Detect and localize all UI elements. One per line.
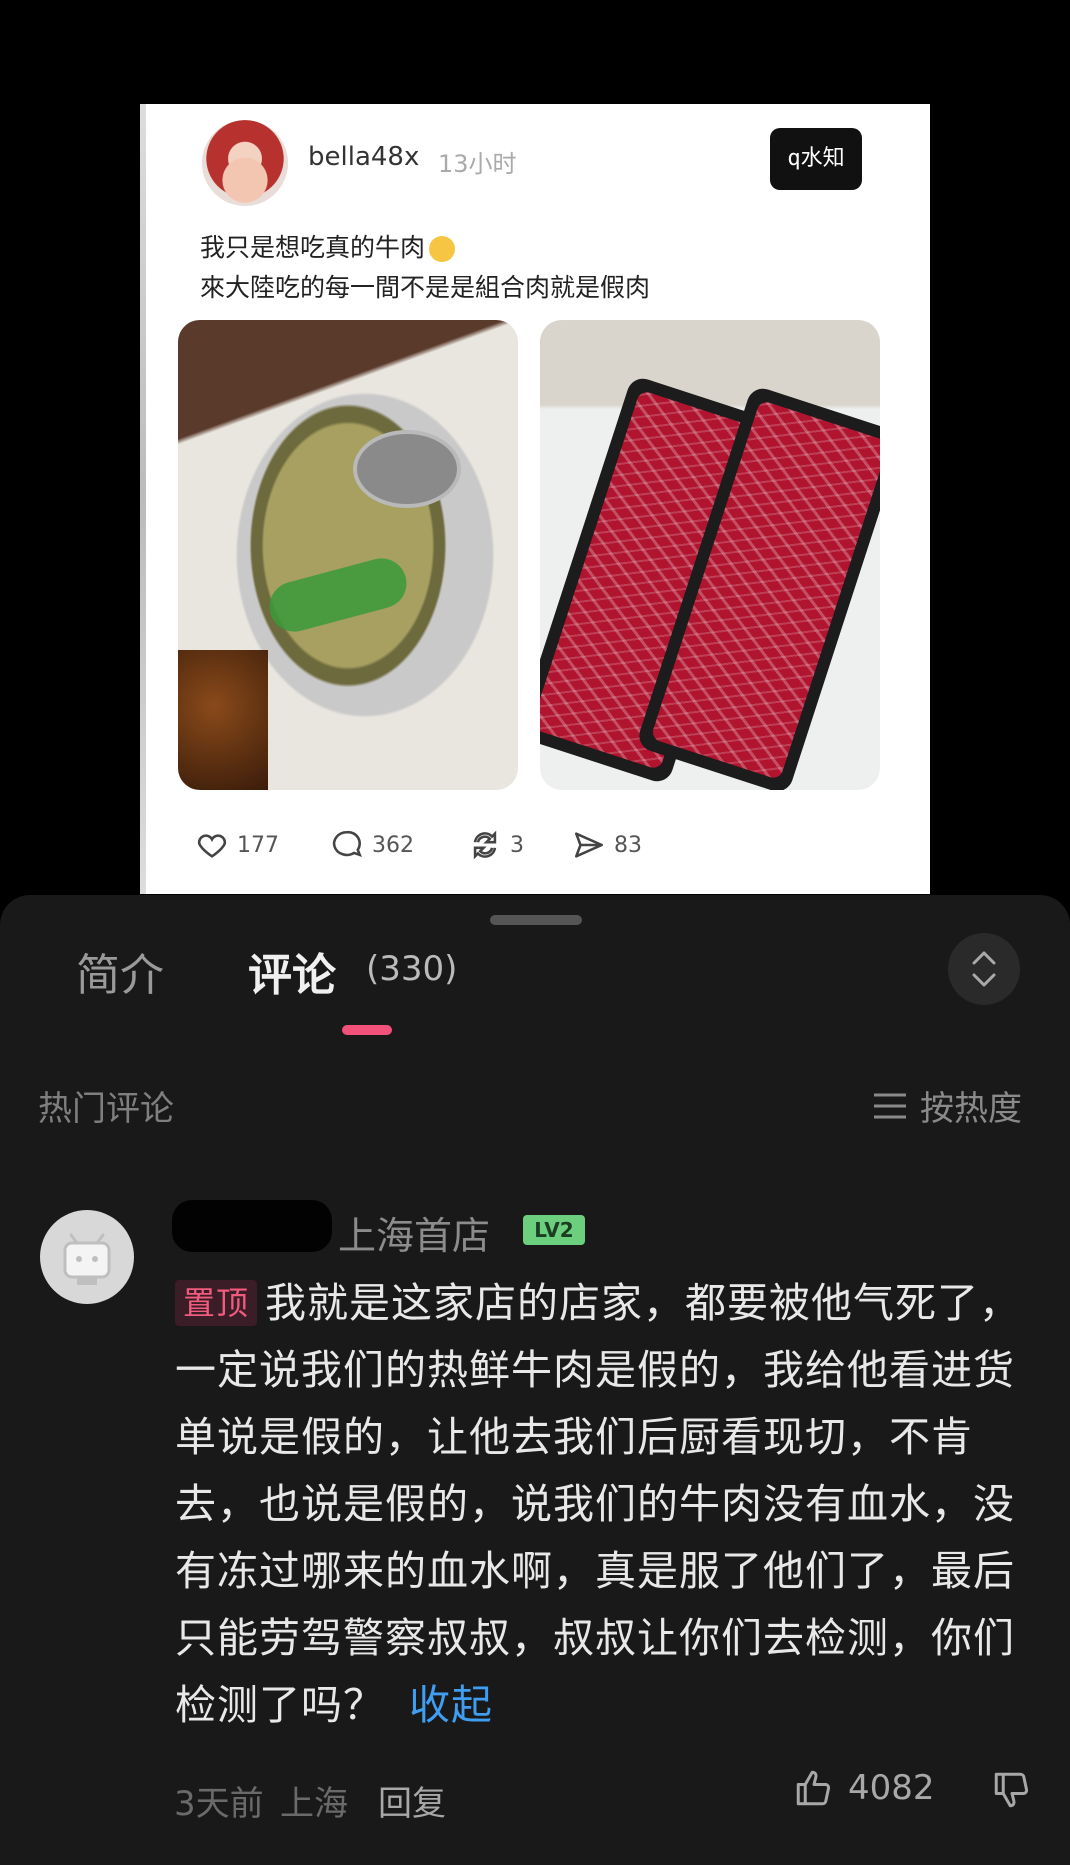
menu-lines-icon [874,1093,906,1118]
post-like-count: 177 [237,832,279,858]
active-tab-indicator [342,1025,392,1035]
comment-bubble-icon [332,830,362,858]
app-logo: q水知 [770,128,862,190]
like-button[interactable]: 4082 [792,1767,935,1809]
dislike-button[interactable] [990,1769,1034,1815]
smile-emoji-icon [429,236,456,262]
commenter-avatar[interactable] [40,1210,134,1304]
post-text-line-1-content: 我只是想吃真的牛肉 [200,233,426,262]
comment-time: 3天前 [174,1784,264,1824]
repost-icon [473,830,497,860]
heart-icon [197,834,227,858]
thumbs-up-icon [796,1770,831,1806]
hotpot-ladle [353,430,461,508]
post-share-count: 83 [614,832,642,858]
post-comment-stat[interactable]: 362 [330,828,414,862]
post-repost-count: 3 [510,832,524,858]
hotpot-photo[interactable] [178,320,518,790]
user-level-badge: LV2 [523,1215,585,1245]
post-comment-count: 362 [372,832,414,858]
post-repost-stat[interactable]: 3 [468,828,524,862]
hot-comments-label: 热门评论 [38,1089,174,1129]
post-text-line-2: 來大陸吃的每一間不是是組合肉就是假肉 [200,273,651,302]
comments-sheet: 简介 评论 (330) 热门评论 按热度 上海首店 LV2 置顶 我就是这家店的店… [0,895,1070,1865]
sheet-drag-handle[interactable] [490,915,582,925]
tab-intro[interactable]: 简介 [76,939,164,1003]
comment-count: (330) [366,949,458,989]
sort-label: 按热度 [920,1089,1022,1129]
post-time: 13小时 [438,150,517,178]
comment-location: 上海 [280,1784,348,1824]
collapse-link[interactable]: 收起 [409,1681,493,1729]
hotpot-greens [263,552,413,638]
commenter-username[interactable]: 上海首店 [338,1205,490,1260]
comment-like-count: 4082 [848,1768,935,1808]
chevron-up-down-icon [972,951,996,987]
post-avatar[interactable] [202,120,288,206]
card-edge [140,104,146,894]
comment-text: 我就是这家店的店家，都要被他气死了，一定说我们的热鲜牛肉是假的，我给他看进货单说… [175,1279,1022,1729]
post-username[interactable]: bella48x [308,142,419,172]
post-screenshot: bella48x 13小时 q水知 我只是想吃真的牛肉 來大陸吃的每一間不是是組… [140,104,930,894]
reply-button[interactable]: 回复 [378,1776,446,1825]
thumbs-down-icon [994,1772,1029,1808]
pinned-tag: 置顶 [175,1280,258,1326]
sort-by-heat-button[interactable]: 按热度 [872,1081,1022,1130]
post-share-stat[interactable]: 83 [572,828,642,862]
tab-comments[interactable]: 评论 [248,939,336,1003]
redacted-username-mark [172,1200,332,1252]
expand-collapse-button[interactable] [948,933,1020,1005]
bilibili-tv-avatar-icon [63,1233,111,1285]
comment-body: 置顶 我就是这家店的店家，都要被他气死了，一定说我们的热鲜牛肉是假的，我给他看进货… [175,1270,1035,1739]
post-like-stat[interactable]: 177 [195,828,279,862]
beef-photo[interactable] [540,320,880,790]
post-text-line-1: 我只是想吃真的牛肉 [200,228,456,264]
dipping-sauce [178,650,268,790]
send-icon [574,832,604,858]
